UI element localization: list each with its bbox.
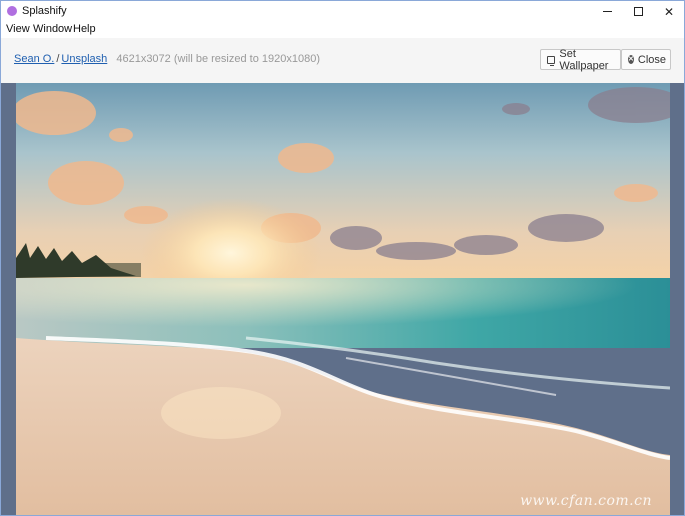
app-window: Splashify ✕ View Window Help Sean O. / Uns… — [0, 0, 685, 516]
close-circle-icon: ✕ — [628, 55, 634, 64]
maximize-icon — [633, 7, 643, 16]
menu-view[interactable]: View — [6, 23, 30, 35]
maximize-button[interactable] — [623, 1, 653, 22]
menu-window[interactable]: Window — [33, 23, 72, 35]
close-window-button[interactable]: ✕ — [654, 1, 684, 22]
source-link[interactable]: Unsplash — [61, 53, 107, 65]
monitor-icon — [547, 55, 556, 66]
toolbar: Sean O. / Unsplash 4621x3072 (will be resi… — [1, 38, 684, 83]
window-title: Splashify — [22, 5, 67, 17]
watermark: www.cfan.com.cn — [520, 493, 652, 509]
close-icon: ✕ — [663, 4, 675, 19]
photo-credit: Sean O. / Unsplash 4621x3072 (will be resi… — [14, 53, 320, 65]
menu-bar: View Window Help — [1, 22, 684, 38]
author-link[interactable]: Sean O. — [14, 53, 54, 65]
close-button[interactable]: ✕ Close — [621, 49, 671, 70]
close-label: Close — [637, 53, 666, 66]
menu-help[interactable]: Help — [73, 23, 96, 35]
set-wallpaper-button[interactable]: Set Wallpaper — [540, 47, 621, 72]
title-bar[interactable]: Splashify ✕ — [1, 1, 684, 22]
set-wallpaper-label: Set Wallpaper — [559, 47, 609, 72]
app-icon — [7, 6, 17, 16]
minimize-button[interactable] — [592, 1, 622, 22]
minimize-icon — [602, 11, 612, 12]
wallpaper-preview[interactable]: www.cfan.com.cn — [16, 83, 670, 515]
image-viewer: www.cfan.com.cn — [1, 83, 684, 515]
beach-sunset-image — [16, 83, 670, 515]
image-dimensions: 4621x3072 (will be resized to 1920x1080) — [116, 53, 320, 65]
